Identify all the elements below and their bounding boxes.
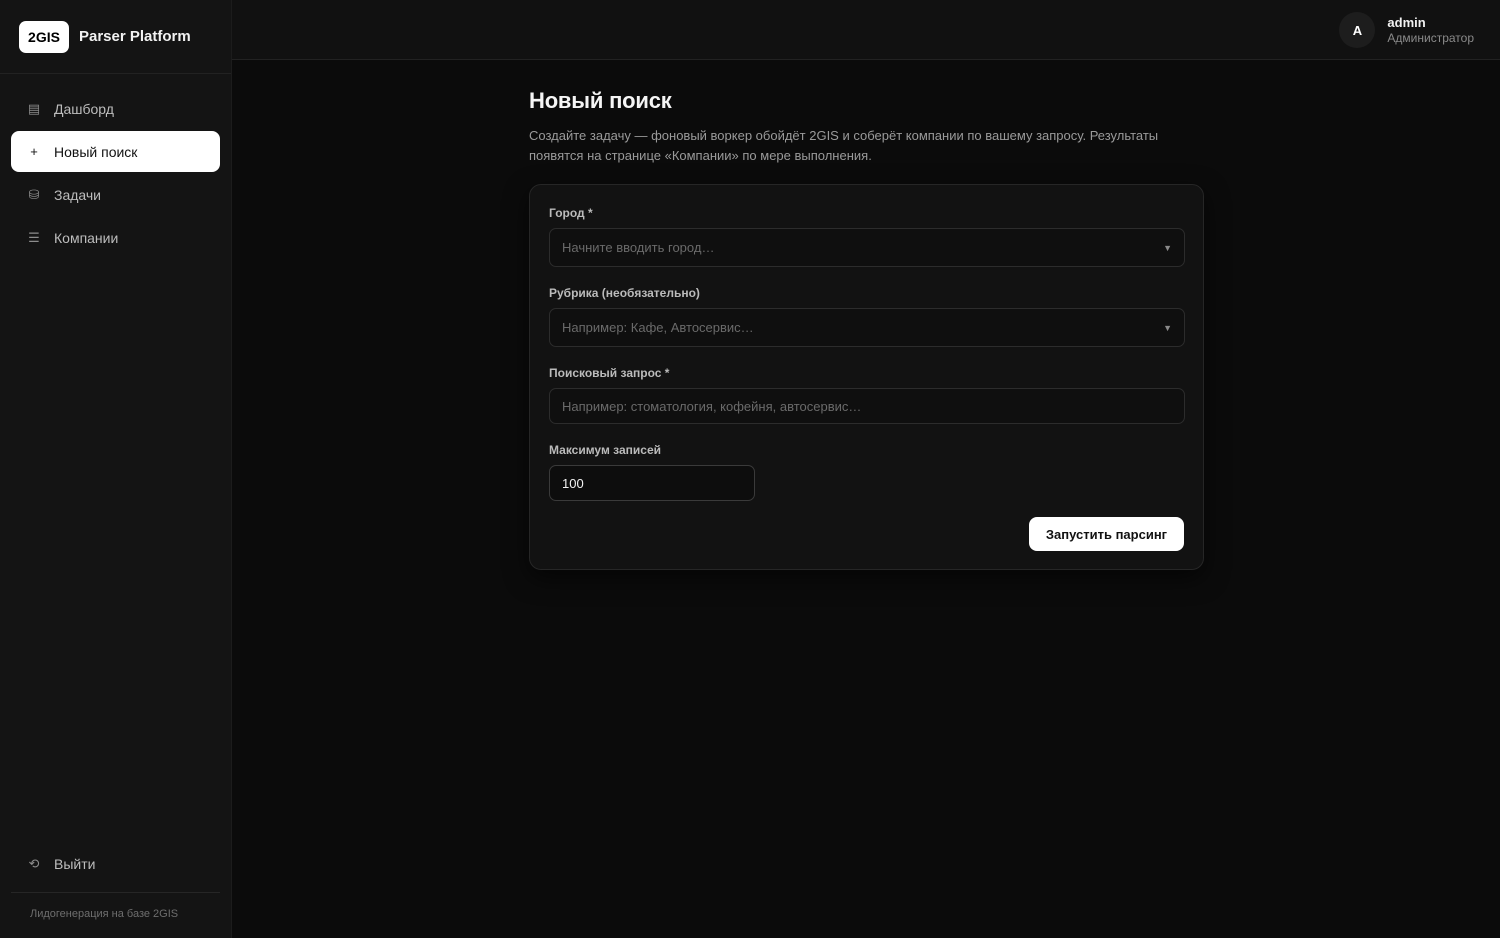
database-icon: ⛁ xyxy=(28,186,40,202)
rubric-placeholder: Например: Кафе, Автосервис… xyxy=(562,320,754,335)
brand-name: Parser Platform xyxy=(79,28,191,45)
user-name: admin xyxy=(1387,15,1426,30)
query-input[interactable] xyxy=(549,388,1185,424)
sidebar: 2GIS Parser Platform ▤ Дашборд + Новый п… xyxy=(0,0,232,938)
chevron-down-icon: ▼ xyxy=(1163,322,1172,333)
footer-note: Лидогенерация на базе 2GIS xyxy=(30,908,179,920)
avatar: A xyxy=(1339,12,1376,48)
list-icon: ☰ xyxy=(28,229,40,245)
sidebar-item-label: Компании xyxy=(54,229,119,246)
start-parsing-button[interactable]: Запустить парсинг xyxy=(1029,517,1184,551)
user-role: Администратор xyxy=(1387,31,1474,45)
user-menu[interactable]: A admin Администратор xyxy=(1339,12,1474,48)
sidebar-nav: ▤ Дашборд + Новый поиск ⛁ Задачи ☰ Компа… xyxy=(0,88,231,258)
logout-button[interactable]: ⟲ Выйти xyxy=(11,843,220,884)
sidebar-divider xyxy=(11,892,220,893)
logout-icon: ⟲ xyxy=(28,855,40,871)
page-description: Создайте задачу — фоновый воркер обойдёт… xyxy=(529,128,1159,163)
page-header: Новый поиск Создайте задачу — фоновый во… xyxy=(529,88,1204,166)
user-info: admin Администратор xyxy=(1387,15,1474,45)
rubric-select[interactable]: Например: Кафе, Автосервис… ▼ xyxy=(549,308,1185,347)
rubric-label: Рубрика (необязательно) xyxy=(549,286,700,300)
max-records-input[interactable] xyxy=(549,465,755,501)
brand[interactable]: 2GIS Parser Platform xyxy=(0,0,231,74)
page-title: Новый поиск xyxy=(529,88,672,113)
sidebar-item-new-search[interactable]: + Новый поиск xyxy=(11,131,220,172)
new-search-form: Город * Начните вводить город… ▼ Рубрика… xyxy=(529,184,1204,570)
city-select[interactable]: Начните вводить город… ▼ xyxy=(549,228,1185,267)
max-records-label: Максимум записей xyxy=(549,443,661,457)
brand-logo: 2GIS xyxy=(19,20,69,53)
sidebar-item-dashboard[interactable]: ▤ Дашборд xyxy=(11,88,220,129)
grid-icon: ▤ xyxy=(27,100,41,116)
plus-icon: + xyxy=(30,144,38,159)
logout-label: Выйти xyxy=(54,855,96,872)
query-label: Поисковый запрос * xyxy=(549,366,670,380)
sidebar-item-tasks[interactable]: ⛁ Задачи xyxy=(11,174,220,215)
sidebar-item-companies[interactable]: ☰ Компании xyxy=(11,217,220,258)
city-placeholder: Начните вводить город… xyxy=(562,240,715,255)
city-label: Город * xyxy=(549,206,593,220)
sidebar-item-label: Дашборд xyxy=(54,100,114,117)
topbar: A admin Администратор xyxy=(232,0,1500,60)
chevron-down-icon: ▼ xyxy=(1163,242,1172,253)
sidebar-item-label: Новый поиск xyxy=(54,143,138,160)
sidebar-item-label: Задачи xyxy=(54,186,102,203)
